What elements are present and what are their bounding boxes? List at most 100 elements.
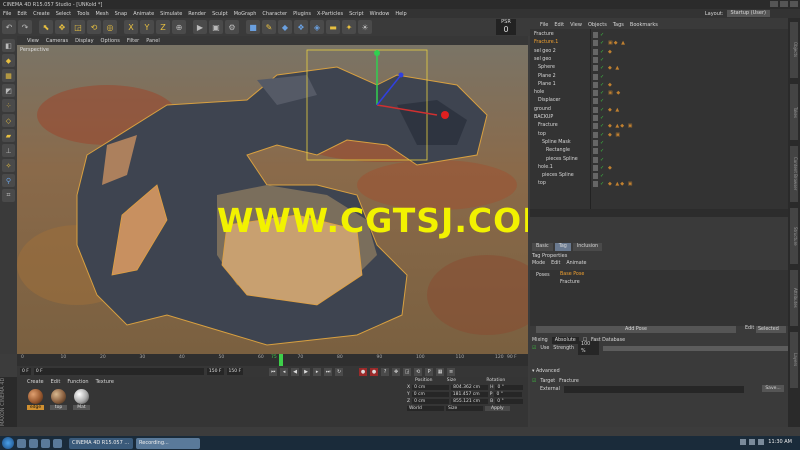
cube-icon[interactable]: ■ — [246, 20, 260, 34]
current-frame-field[interactable]: 0 F — [33, 368, 204, 375]
tab-tag[interactable]: Tag — [554, 243, 571, 251]
render-picture-viewer-icon[interactable]: ▣ — [209, 20, 223, 34]
go-to-start-icon[interactable]: ⏮ — [269, 367, 278, 376]
previous-key-icon[interactable]: ◂ — [280, 367, 289, 376]
layout-select[interactable]: Startup (User) — [726, 10, 770, 17]
enabled-check-icon[interactable]: ✓ — [600, 31, 604, 39]
animate-menu[interactable]: Animate — [566, 261, 586, 266]
object-row[interactable]: Fracture ✓ — [530, 31, 788, 39]
om-menu-file[interactable]: File — [540, 22, 548, 28]
side-tab-attributes[interactable]: Attributes — [790, 270, 798, 326]
z-axis-icon[interactable]: Z — [156, 20, 170, 34]
workplane-icon[interactable]: ◩ — [2, 84, 15, 97]
menu-simulate[interactable]: Simulate — [160, 11, 182, 17]
mode-menu[interactable]: Mode — [532, 261, 545, 266]
position-key-icon[interactable]: ✥ — [392, 367, 401, 376]
media-icon[interactable] — [41, 438, 50, 448]
side-tab-content-browser[interactable]: Content Browser — [790, 146, 798, 202]
visibility-toggle[interactable] — [593, 156, 598, 163]
object-row[interactable]: pieces Spline ✓ — [530, 156, 788, 164]
position-field[interactable]: 0 cm — [411, 392, 449, 397]
menu-render[interactable]: Render — [188, 11, 206, 17]
menu-tools[interactable]: Tools — [77, 11, 89, 17]
enabled-check-icon[interactable]: ✓ — [600, 39, 604, 47]
visibility-toggle[interactable] — [593, 32, 598, 38]
visibility-toggle[interactable] — [593, 40, 598, 47]
chrome-icon[interactable] — [53, 438, 62, 448]
subdivision-icon[interactable]: ◆ — [278, 20, 292, 34]
scale-key-icon[interactable]: ◲ — [403, 367, 412, 376]
live-selection-icon[interactable]: ⬉ — [39, 20, 53, 34]
position-field[interactable]: 0 cm — [412, 385, 450, 390]
object-tags[interactable]: ◆ ▲ — [608, 106, 620, 114]
perspective-viewport[interactable]: Perspective WWW.CGTSJ.COM — [17, 45, 528, 354]
size-field[interactable]: 181.457 cm — [450, 392, 488, 397]
object-row[interactable]: Rectangle ✓ — [530, 147, 788, 155]
polygons-mode-icon[interactable]: ▰ — [2, 129, 15, 142]
tweak-mode-icon[interactable]: ✧ — [2, 159, 15, 172]
object-tags[interactable]: ◆ — [608, 81, 613, 89]
start-button[interactable] — [2, 437, 14, 449]
timeline-menu-icon[interactable]: ≡ — [447, 367, 456, 376]
enabled-check-icon[interactable]: ✓ — [600, 89, 604, 97]
visibility-toggle[interactable] — [593, 56, 598, 63]
edges-mode-icon[interactable]: ◇ — [2, 114, 15, 127]
play-backwards-icon[interactable]: ◀ — [291, 367, 300, 376]
object-row[interactable]: hole.1 ✓ ◆ — [530, 164, 788, 172]
enabled-check-icon[interactable]: ✓ — [600, 114, 604, 122]
redo-icon[interactable]: ↷ — [18, 20, 32, 34]
network-icon[interactable] — [740, 439, 746, 445]
side-tab-takes[interactable]: Takes — [790, 84, 798, 140]
spline-pen-icon[interactable]: ✎ — [262, 20, 276, 34]
pla-key-icon[interactable]: ▦ — [436, 367, 445, 376]
object-tags[interactable]: ▣◆ ▲ — [608, 39, 626, 47]
mixing-select[interactable]: Absolute — [551, 336, 579, 344]
viewport-menu-view[interactable]: View — [27, 38, 39, 44]
enabled-check-icon[interactable]: ✓ — [600, 139, 604, 147]
tab-inclusion[interactable]: Inclusion — [572, 243, 603, 251]
snap-icon[interactable]: ⚲ — [2, 174, 15, 187]
recent-tools-icon[interactable]: ◎ — [103, 20, 117, 34]
menu-plugins[interactable]: Plugins — [293, 11, 311, 17]
object-tags[interactable]: ◆ — [608, 48, 613, 56]
enabled-check-icon[interactable]: ✓ — [600, 147, 604, 155]
enabled-check-icon[interactable]: ✓ — [600, 172, 604, 180]
menu-edit[interactable]: Edit — [17, 11, 27, 17]
enabled-check-icon[interactable]: ✓ — [600, 48, 604, 56]
strength-slider[interactable] — [602, 345, 798, 351]
x-axis-icon[interactable]: X — [124, 20, 138, 34]
menu-select[interactable]: Select — [56, 11, 71, 17]
play-icon[interactable]: ▶ — [302, 367, 311, 376]
menu-snap[interactable]: Snap — [115, 11, 128, 17]
object-row[interactable]: top ✓ ◆ ▲◆ ▣ — [530, 180, 788, 188]
position-field[interactable]: 0 cm — [412, 399, 450, 404]
y-axis-icon[interactable]: Y — [140, 20, 154, 34]
material-menu-function[interactable]: Function — [67, 379, 88, 385]
object-tags[interactable]: ◆ — [608, 164, 613, 172]
edit-select[interactable]: Selected — [756, 326, 786, 333]
texture-mode-icon[interactable]: ▦ — [2, 69, 15, 82]
size-field[interactable]: 804.362 cm — [451, 385, 489, 390]
loop-icon[interactable]: ↻ — [335, 367, 344, 376]
material-swatch[interactable]: top — [50, 389, 67, 410]
menu-character[interactable]: Character — [262, 11, 287, 17]
edit-menu[interactable]: Edit — [551, 261, 560, 266]
viewport-menu-display[interactable]: Display — [75, 38, 93, 44]
light-icon[interactable]: ☀ — [358, 20, 372, 34]
menu-help[interactable]: Help — [395, 11, 406, 17]
visibility-toggle[interactable] — [593, 173, 598, 180]
viewport-menu-cameras[interactable]: Cameras — [46, 38, 68, 44]
camera-icon[interactable]: ✦ — [342, 20, 356, 34]
model-mode-icon[interactable]: ◆ — [2, 54, 15, 67]
object-row[interactable]: Plane 2 ✓ — [530, 73, 788, 81]
visibility-toggle[interactable] — [593, 65, 598, 72]
viewport-menu-panel[interactable]: Panel — [146, 38, 160, 44]
visibility-toggle[interactable] — [593, 115, 598, 121]
object-tags[interactable]: ◆ ▲◆ ▣ — [608, 122, 633, 130]
visibility-toggle[interactable] — [593, 148, 598, 155]
enabled-check-icon[interactable]: ✓ — [600, 156, 604, 164]
side-tab-layers[interactable]: Layers — [790, 332, 798, 388]
save-button[interactable]: Save... — [762, 385, 784, 392]
object-tags[interactable]: ▣ ◆ — [608, 89, 621, 97]
om-menu-bookmarks[interactable]: Bookmarks — [630, 22, 658, 28]
